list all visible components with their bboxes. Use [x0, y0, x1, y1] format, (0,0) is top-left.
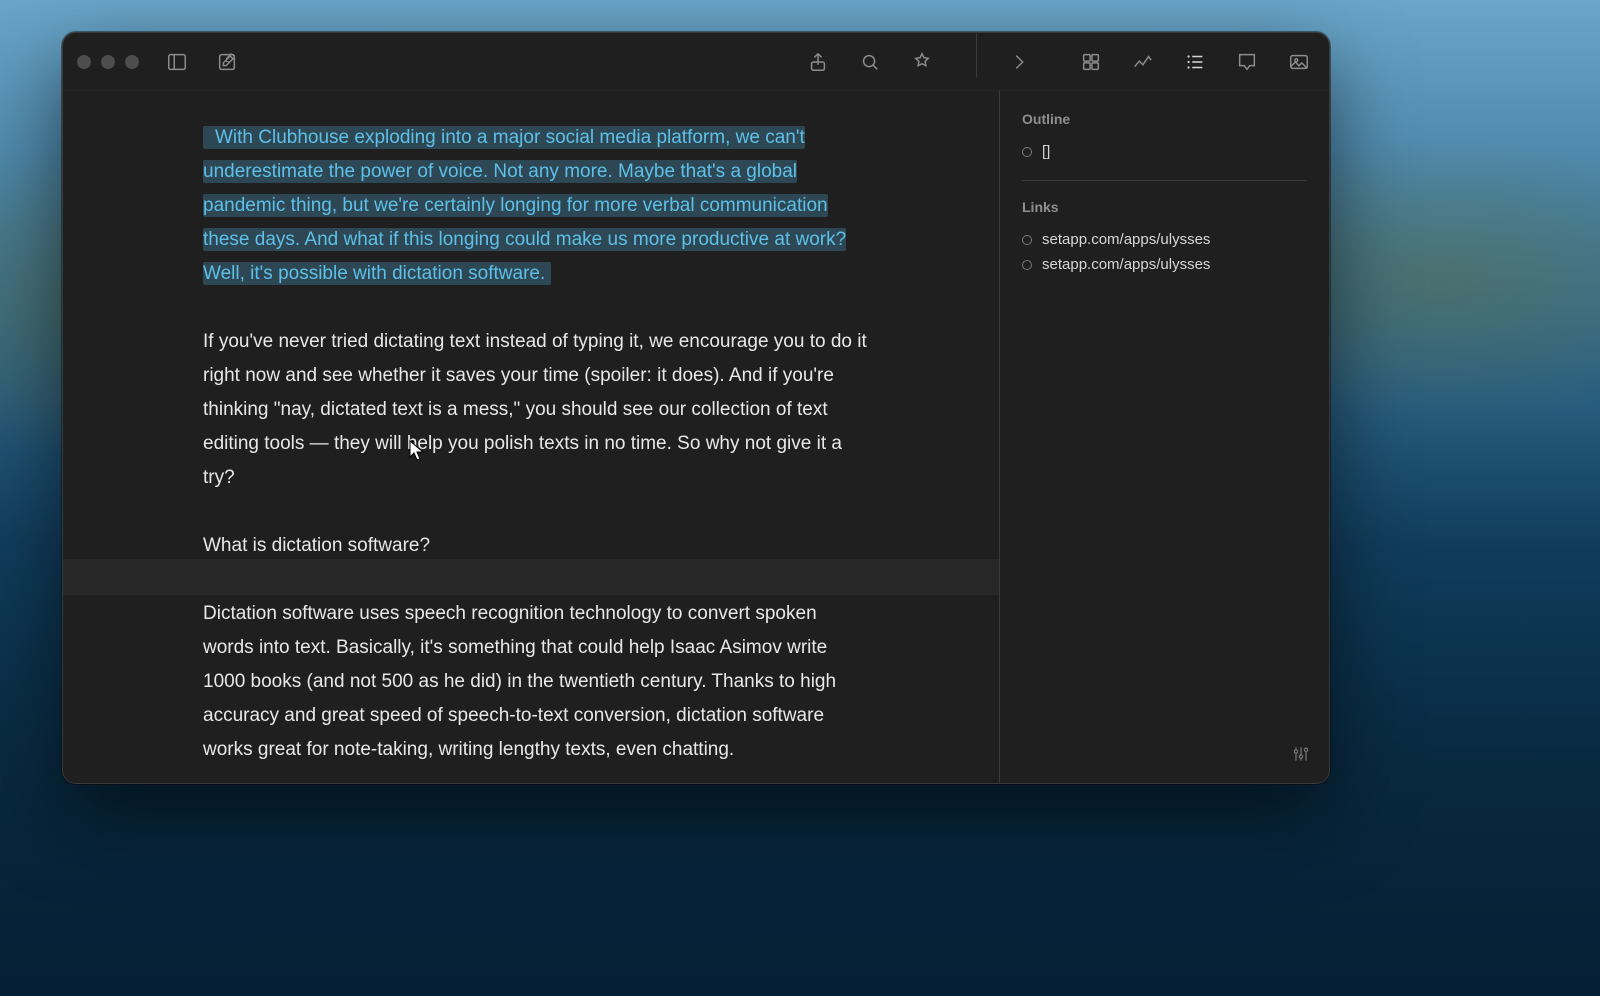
revision-mode-button[interactable]: [906, 46, 938, 78]
app-window: With Clubhouse exploding into a major so…: [62, 32, 1330, 784]
minimize-window-button[interactable]: [101, 55, 115, 69]
inspector-separator: [1022, 180, 1307, 181]
link-item[interactable]: setapp.com/apps/ulysses: [1022, 227, 1307, 252]
link-item[interactable]: setapp.com/apps/ulysses: [1022, 252, 1307, 277]
inspector-settings-button[interactable]: [1291, 744, 1311, 769]
compose-button[interactable]: [211, 46, 243, 78]
zoom-window-button[interactable]: [125, 55, 139, 69]
link-item-label: setapp.com/apps/ulysses: [1042, 256, 1210, 273]
titlebar: [63, 33, 1329, 91]
editor-paragraph[interactable]: If you've never tried dictating text ins…: [203, 325, 869, 495]
dashboard-tab-icon[interactable]: [1075, 46, 1107, 78]
editor-paragraph[interactable]: Dictation software uses speech recogniti…: [203, 597, 869, 767]
content-area: With Clubhouse exploding into a major so…: [63, 91, 1329, 783]
collapse-inspector-button[interactable]: [1003, 46, 1035, 78]
search-button[interactable]: [854, 46, 886, 78]
bullet-icon: [1022, 260, 1032, 270]
statistics-tab-icon[interactable]: [1127, 46, 1159, 78]
outline-section-title: Outline: [1022, 111, 1307, 127]
bullet-icon: [1022, 235, 1032, 245]
annotations-tab-icon[interactable]: [1231, 46, 1263, 78]
outline-item-label: []: [1042, 143, 1050, 160]
outline-tab-icon[interactable]: [1179, 46, 1211, 78]
media-tab-icon[interactable]: [1283, 46, 1315, 78]
outline-item[interactable]: []: [1022, 139, 1307, 164]
titlebar-divider: [976, 32, 977, 77]
close-window-button[interactable]: [77, 55, 91, 69]
link-item-label: setapp.com/apps/ulysses: [1042, 231, 1210, 248]
inspector-panel: Outline [] Links setapp.com/apps/ulysses…: [1000, 91, 1329, 783]
bullet-icon: [1022, 147, 1032, 157]
window-controls: [77, 55, 139, 69]
editor-heading[interactable]: What is dictation software?: [203, 529, 869, 563]
editor-paragraph-selected[interactable]: With Clubhouse exploding into a major so…: [203, 121, 869, 291]
share-button[interactable]: [802, 46, 834, 78]
selected-text: With Clubhouse exploding into a major so…: [203, 127, 846, 284]
editor[interactable]: With Clubhouse exploding into a major so…: [63, 91, 999, 783]
toggle-sidebar-button[interactable]: [161, 46, 193, 78]
links-section-title: Links: [1022, 199, 1307, 215]
